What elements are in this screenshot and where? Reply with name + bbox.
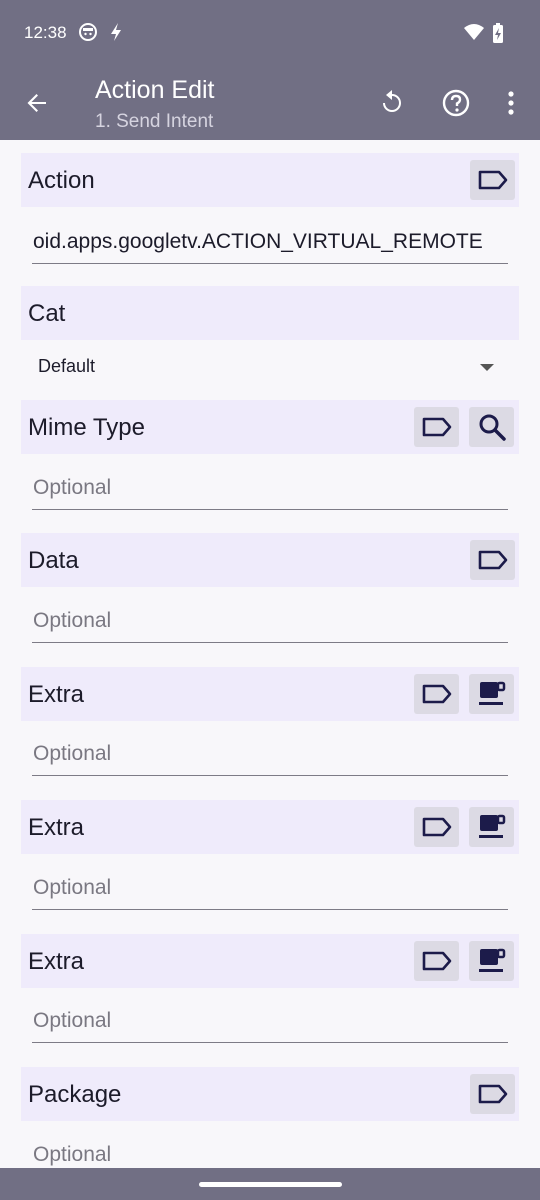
data-input[interactable]: Optional — [32, 603, 508, 643]
action-input-value: oid.apps.googletv.ACTION_VIRTUAL_REMOTE — [33, 230, 483, 253]
status-bar: 12:38 — [0, 0, 540, 66]
extra-1-input[interactable]: Optional — [32, 736, 508, 776]
label-tag-button[interactable] — [414, 807, 459, 847]
package-input[interactable]: Optional — [32, 1137, 508, 1168]
search-button[interactable] — [469, 407, 514, 447]
reset-icon[interactable] — [375, 86, 409, 120]
section-header-data: Data — [21, 533, 519, 587]
section-label-extra: Extra — [28, 681, 85, 708]
app-bar: 12:38 Action Edit 1. Send Intent — [0, 0, 540, 140]
mime-type-input[interactable]: Optional — [32, 470, 508, 510]
label-tag-icon — [422, 417, 451, 437]
help-icon[interactable] — [439, 86, 473, 120]
chevron-down-icon[interactable] — [480, 364, 494, 371]
home-gesture-handle[interactable] — [199, 1182, 342, 1187]
coffee-cup-icon — [478, 681, 505, 705]
mime-type-placeholder: Optional — [33, 476, 112, 499]
section-label-action: Action — [28, 167, 95, 194]
coffee-cup-icon — [478, 814, 505, 838]
data-placeholder: Optional — [33, 609, 112, 632]
section-header-extra-3: Extra — [21, 934, 519, 988]
package-placeholder: Optional — [33, 1143, 112, 1166]
label-tag-icon — [422, 817, 451, 837]
section-label-package: Package — [28, 1081, 122, 1108]
label-tag-icon — [478, 1084, 507, 1104]
section-label-data: Data — [28, 547, 79, 574]
more-vert-icon[interactable] — [494, 86, 528, 120]
label-tag-icon — [478, 170, 507, 190]
extra-2-placeholder: Optional — [33, 876, 112, 899]
section-header-cat: Cat — [21, 286, 519, 340]
extra-1-placeholder: Optional — [33, 742, 112, 765]
label-tag-button[interactable] — [470, 160, 515, 200]
page-subtitle: 1. Send Intent — [95, 111, 214, 132]
label-tag-icon — [478, 550, 507, 570]
navigation-bar — [0, 1168, 540, 1200]
battery-charging-icon — [492, 22, 504, 49]
coffee-button[interactable] — [469, 941, 514, 981]
label-tag-button[interactable] — [470, 540, 515, 580]
cat-dropdown[interactable]: Default — [38, 356, 95, 377]
section-header-action: Action — [21, 153, 519, 207]
coffee-cup-icon — [478, 948, 505, 972]
section-header-mime-type: Mime Type — [21, 400, 519, 454]
extra-3-input[interactable]: Optional — [32, 1003, 508, 1043]
coffee-button[interactable] — [469, 674, 514, 714]
action-input[interactable]: oid.apps.googletv.ACTION_VIRTUAL_REMOTE — [32, 224, 508, 264]
section-label-extra: Extra — [28, 814, 85, 841]
face-notification-icon — [78, 22, 98, 47]
extra-2-input[interactable]: Optional — [32, 870, 508, 910]
coffee-button[interactable] — [469, 807, 514, 847]
label-tag-icon — [422, 684, 451, 704]
label-tag-icon — [422, 951, 451, 971]
section-label-extra: Extra — [28, 948, 85, 975]
page-title: Action Edit — [95, 76, 215, 104]
back-arrow-icon[interactable] — [20, 86, 54, 120]
section-label-mime-type: Mime Type — [28, 414, 145, 441]
label-tag-button[interactable] — [414, 674, 459, 714]
section-label-cat: Cat — [28, 300, 66, 327]
section-header-extra-1: Extra — [21, 667, 519, 721]
section-header-extra-2: Extra — [21, 800, 519, 854]
extra-3-placeholder: Optional — [33, 1009, 112, 1032]
search-icon — [479, 414, 506, 441]
status-time: 12:38 — [24, 23, 67, 42]
label-tag-button[interactable] — [470, 1074, 515, 1114]
label-tag-button[interactable] — [414, 941, 459, 981]
section-header-package: Package — [21, 1067, 519, 1121]
flash-icon — [108, 22, 124, 47]
label-tag-button[interactable] — [414, 407, 459, 447]
wifi-icon — [463, 22, 485, 47]
form-content: Action oid.apps.googletv.ACTION_VIRTUAL_… — [0, 140, 540, 1168]
